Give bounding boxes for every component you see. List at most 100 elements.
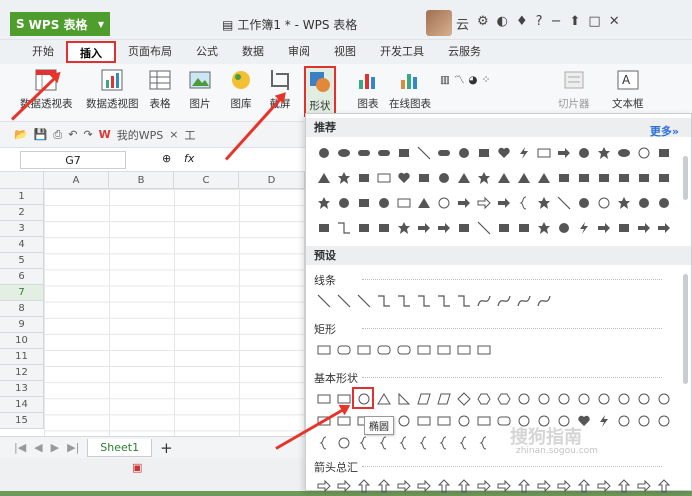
cloud-label[interactable]: 云 (456, 14, 469, 33)
elbow-shape-icon[interactable] (414, 291, 434, 311)
rtri-shape-icon[interactable] (394, 389, 414, 409)
print-icon[interactable]: ⎙ (53, 128, 62, 142)
arrow-shape-icon[interactable] (654, 218, 674, 238)
tri-shape-icon[interactable] (534, 168, 554, 188)
arrow-shape-icon[interactable] (434, 218, 454, 238)
orect-shape-icon[interactable] (534, 143, 554, 163)
row-header[interactable]: 3 (0, 221, 44, 237)
elbow-shape-icon[interactable] (434, 291, 454, 311)
ohex-shape-icon[interactable] (494, 389, 514, 409)
rect-shape-icon[interactable] (654, 168, 674, 188)
odiamond-shape-icon[interactable] (454, 389, 474, 409)
save-icon[interactable]: 💾 (34, 128, 48, 141)
rect-shape-icon[interactable] (514, 218, 534, 238)
ocircle-shape-icon[interactable] (614, 411, 634, 431)
orect-shape-icon[interactable] (474, 340, 494, 360)
line-shape-icon[interactable] (554, 193, 574, 213)
rect-shape-icon[interactable] (394, 143, 414, 163)
brace-shape-icon[interactable] (394, 433, 414, 453)
circle-shape-icon[interactable] (374, 193, 394, 213)
tab-insert[interactable]: 插入 (66, 41, 116, 63)
elbow-shape-icon[interactable] (374, 291, 394, 311)
rect-shape-icon[interactable] (354, 168, 374, 188)
restore-icon[interactable]: ⬆ (569, 14, 580, 33)
maximize-icon[interactable]: □ (588, 14, 600, 33)
last-sheet-icon[interactable]: ▶| (67, 441, 79, 454)
brace-shape-icon[interactable] (474, 433, 494, 453)
uarrow-shape-icon[interactable] (354, 476, 374, 496)
uarrow-shape-icon[interactable] (434, 476, 454, 496)
row-header[interactable]: 5 (0, 253, 44, 269)
close-icon[interactable]: ✕ (609, 14, 620, 33)
rect-shape-icon[interactable] (574, 168, 594, 188)
rect-shape-icon[interactable] (314, 218, 334, 238)
tri-shape-icon[interactable] (314, 168, 334, 188)
circle-shape-icon[interactable] (574, 143, 594, 163)
rect-shape-icon[interactable] (594, 168, 614, 188)
cells-area[interactable] (44, 189, 305, 436)
oarrow-shape-icon[interactable] (474, 193, 494, 213)
elbow-shape-icon[interactable] (334, 218, 354, 238)
circle-shape-icon[interactable] (574, 193, 594, 213)
column-header-b[interactable]: B (109, 172, 174, 189)
row-header[interactable]: 8 (0, 301, 44, 317)
ohex-shape-icon[interactable] (474, 389, 494, 409)
avatar[interactable] (426, 10, 452, 36)
oarrow-shape-icon[interactable] (494, 476, 514, 496)
oval-shape-icon[interactable] (614, 143, 634, 163)
prev-sheet-icon[interactable]: ◀ (34, 441, 42, 454)
row-header[interactable]: 10 (0, 333, 44, 349)
oarrow-shape-icon[interactable] (534, 476, 554, 496)
orect-shape-icon[interactable] (414, 340, 434, 360)
bolt-shape-icon[interactable] (514, 143, 534, 163)
oarrow-shape-icon[interactable] (314, 476, 334, 496)
brace-shape-icon[interactable] (434, 433, 454, 453)
column-header-d[interactable]: D (239, 172, 305, 189)
line-shape-icon[interactable] (354, 291, 374, 311)
close-tab-icon[interactable]: × (169, 128, 178, 141)
uarrow-shape-icon[interactable] (614, 476, 634, 496)
sheet-tab[interactable]: Sheet1 (87, 438, 153, 457)
ocircle-shape-icon[interactable] (334, 433, 354, 453)
tab-review[interactable]: 审阅 (276, 41, 322, 63)
oarrow-shape-icon[interactable] (554, 476, 574, 496)
shirt-icon[interactable]: ♦ (516, 14, 528, 33)
column-header-c[interactable]: C (174, 172, 239, 189)
tab-formula[interactable]: 公式 (184, 41, 230, 63)
table-button[interactable]: 表格 (148, 68, 172, 111)
uarrow-shape-icon[interactable] (374, 476, 394, 496)
column-header-a[interactable]: A (44, 172, 109, 189)
row-header[interactable]: 4 (0, 237, 44, 253)
uarrow-shape-icon[interactable] (514, 476, 534, 496)
spreadsheet-grid[interactable]: A B C D 1 2 3 4 5 6 7 8 9 10 11 12 13 14… (0, 172, 305, 436)
opara-shape-icon[interactable] (414, 389, 434, 409)
heart-shape-icon[interactable] (494, 143, 514, 163)
line-shape-icon[interactable] (334, 291, 354, 311)
tab-developer[interactable]: 开发工具 (368, 41, 436, 63)
curve-shape-icon[interactable] (494, 291, 514, 311)
arrow-shape-icon[interactable] (494, 193, 514, 213)
tri-shape-icon[interactable] (514, 168, 534, 188)
ocircle-shape-icon[interactable] (634, 389, 654, 409)
oarrow-shape-icon[interactable] (334, 476, 354, 496)
brace-shape-icon[interactable] (314, 433, 334, 453)
oround-shape-icon[interactable] (394, 340, 414, 360)
rect-shape-icon[interactable] (354, 218, 374, 238)
tab-workbook[interactable]: 工 (185, 127, 196, 143)
oval-shape-icon[interactable] (334, 143, 354, 163)
row-header[interactable]: 1 (0, 189, 44, 205)
ocircle-shape-icon[interactable] (634, 143, 654, 163)
textbox-button[interactable]: A 文本框 (612, 68, 644, 111)
ellipse-shape-highlight[interactable] (352, 387, 374, 409)
row-header[interactable]: 15 (0, 413, 44, 429)
heart-shape-icon[interactable] (394, 168, 414, 188)
brace-shape-icon[interactable] (354, 433, 374, 453)
row-header-selected[interactable]: 7 (0, 285, 44, 301)
uarrow-shape-icon[interactable] (654, 476, 674, 496)
settings-icon[interactable]: ⚙ (477, 14, 489, 33)
row-header[interactable]: 14 (0, 397, 44, 413)
rect-shape-icon[interactable] (614, 168, 634, 188)
tab-page-layout[interactable]: 页面布局 (116, 41, 184, 63)
row-header[interactable]: 6 (0, 269, 44, 285)
select-all-corner[interactable] (0, 172, 44, 189)
